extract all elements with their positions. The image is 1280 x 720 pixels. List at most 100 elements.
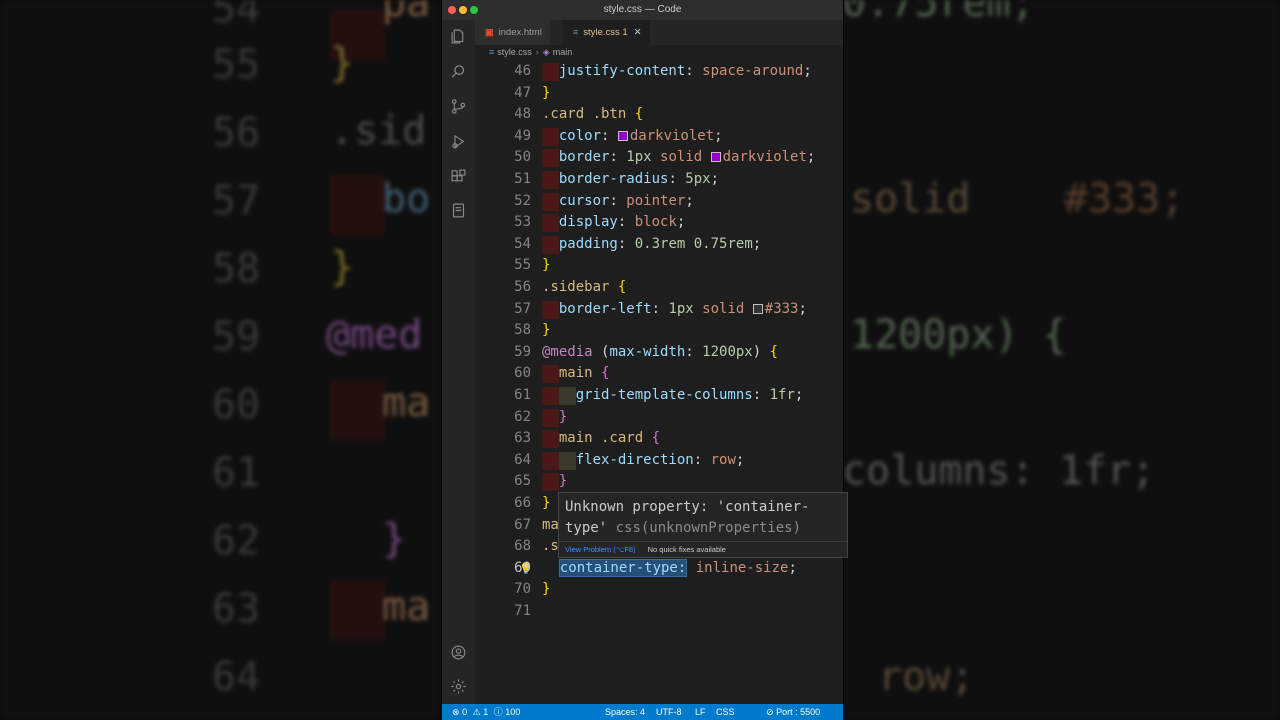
code-line: 64 flex-direction: row; (475, 450, 843, 472)
code-line: 51 border-radius: 5px; (475, 169, 843, 191)
account-icon[interactable] (450, 644, 467, 661)
css-file-icon: ≡ (489, 47, 495, 57)
line-number: 71 (514, 603, 531, 619)
code-text: ma (542, 516, 559, 533)
problems-status[interactable]: ⊗ 0 ⚠ 1 ⓘ 100 (452, 704, 520, 720)
tab-label: index.html (498, 27, 542, 38)
code-line: 47} (475, 83, 843, 105)
code-text: .s (542, 538, 559, 555)
editor-tabs: ▣ index.html ≡ style.css 1 ✕ (475, 20, 843, 45)
line-number: 61 (514, 387, 531, 403)
hover-message-line1: Unknown property: 'container- (565, 499, 810, 515)
line-number: 63 (514, 430, 531, 447)
info-icon: ⓘ (493, 707, 503, 717)
code-text: } (558, 473, 568, 490)
breadcrumb-file[interactable]: style.css (497, 47, 532, 57)
color-swatch[interactable] (752, 303, 763, 314)
line-number: 58 (514, 322, 531, 339)
code-line: 50 border: 1px solid darkviolet; (475, 147, 843, 169)
line-number: 54 (514, 235, 531, 252)
color-swatch[interactable] (617, 130, 628, 141)
no-quick-fixes-text: No quick fixes available (647, 545, 726, 554)
code-line: 71 (475, 601, 843, 623)
code-text: .sidebar { (542, 279, 627, 295)
code-text: border-left: 1px solid #333; (558, 300, 807, 317)
code-line: 55} (475, 255, 843, 277)
line-number: 46 (514, 63, 531, 79)
encoding-status[interactable]: UTF-8 (656, 704, 682, 720)
tab-label: style.css 1 (583, 27, 628, 38)
code-text: @media (max-width: 1200px) { (542, 343, 779, 360)
settings-gear-icon[interactable] (450, 678, 467, 695)
line-number: 59 (514, 343, 531, 360)
hover-message-line2: type' (565, 520, 608, 536)
broadcast-icon: ⊘ (766, 707, 774, 717)
search-icon[interactable] (450, 63, 467, 80)
run-debug-icon[interactable] (450, 133, 467, 150)
code-text: } (542, 322, 551, 339)
symbol-icon: ◈ (542, 47, 550, 57)
status-bar: ⊗ 0 ⚠ 1 ⓘ 100 Spaces: 4 UTF-8 LF CSS ⊘ P… (442, 704, 843, 720)
line-number: 48 (514, 106, 531, 123)
line-number: 47 (514, 84, 531, 101)
bg-line-number: 61 (212, 450, 261, 496)
line-number: 50 (514, 149, 531, 166)
extensions-icon[interactable] (450, 168, 467, 185)
remote-explorer-icon[interactable] (450, 202, 467, 219)
bg-line-number: 62 (212, 518, 261, 564)
breadcrumb-symbol[interactable]: main (553, 47, 573, 57)
hover-source: css(unknownProperties) (615, 520, 802, 536)
background-left: 54 55 56 57 58 59 60 61 62 63 64 } .sid … (0, 0, 440, 720)
bg-line-number: 56 (212, 110, 261, 156)
line-number: 64 (514, 451, 531, 468)
code-text: cursor: pointer; (558, 192, 694, 209)
activity-bar (442, 20, 475, 704)
color-swatch[interactable] (710, 152, 721, 163)
code-line: 70} (475, 579, 843, 601)
line-number: 53 (514, 214, 531, 231)
code-text: container-type: inline-size; (558, 558, 797, 577)
line-number: 65 (514, 473, 531, 490)
code-text: flex-direction: row; (575, 451, 745, 468)
code-text: main .card { (558, 430, 661, 447)
line-number: 51 (514, 171, 531, 187)
indentation-status[interactable]: Spaces: 4 (605, 704, 645, 720)
bg-line-number: 57 (212, 178, 261, 224)
code-line: 56 .sidebar { (475, 277, 843, 299)
bg-line-number: 54 (212, 0, 261, 32)
live-server-status[interactable]: ⊘ Port : 5500 (766, 704, 820, 720)
explorer-icon[interactable] (450, 28, 467, 45)
warning-count: 1 (483, 707, 489, 717)
source-control-icon[interactable] (450, 98, 467, 115)
code-editor[interactable]: 46 justify-content: space-around; 47} 48… (475, 60, 843, 704)
code-line: 57 border-left: 1px solid #333; (475, 299, 843, 321)
language-status[interactable]: CSS (716, 704, 735, 720)
eol-status[interactable]: LF (695, 704, 706, 720)
html-file-icon: ▣ (485, 27, 494, 37)
bg-line-number: 55 (212, 42, 261, 88)
code-line: 63 main .card { (475, 428, 843, 450)
bg-code-fragment: row; (878, 654, 975, 700)
code-line: 65 } (475, 471, 843, 493)
line-number: 68 (514, 538, 531, 555)
code-text: border-radius: 5px; (558, 171, 720, 187)
background-right: 0.75rem; solid #333; 1200px) { columns: … (842, 0, 1280, 720)
line-number: 67 (514, 516, 531, 533)
code-line-current: 💡 69 container-type: inline-size; (475, 558, 843, 580)
code-line: 61 grid-template-columns: 1fr; (475, 385, 843, 407)
code-text: main { (558, 365, 610, 382)
css-file-icon: ≡ (573, 27, 579, 37)
tab-index-html[interactable]: ▣ index.html (475, 20, 550, 45)
hover-message: Unknown property: 'container- type' css(… (565, 497, 809, 539)
line-number: 70 (514, 581, 531, 598)
code-line: 62 } (475, 407, 843, 429)
breadcrumb: ≡ style.css › ◈ main (475, 45, 843, 60)
view-problem-link[interactable]: View Problem (⌥F8) (565, 545, 636, 554)
error-icon: ⊗ (452, 707, 460, 717)
tab-style-css[interactable]: ≡ style.css 1 ✕ (563, 20, 650, 45)
selected-text[interactable]: container-type: (558, 558, 688, 577)
code-line: 48 .card .btn { (475, 104, 843, 126)
code-text: } (542, 257, 551, 274)
close-icon[interactable]: ✕ (634, 27, 642, 38)
chevron-right-icon: › (535, 47, 539, 57)
